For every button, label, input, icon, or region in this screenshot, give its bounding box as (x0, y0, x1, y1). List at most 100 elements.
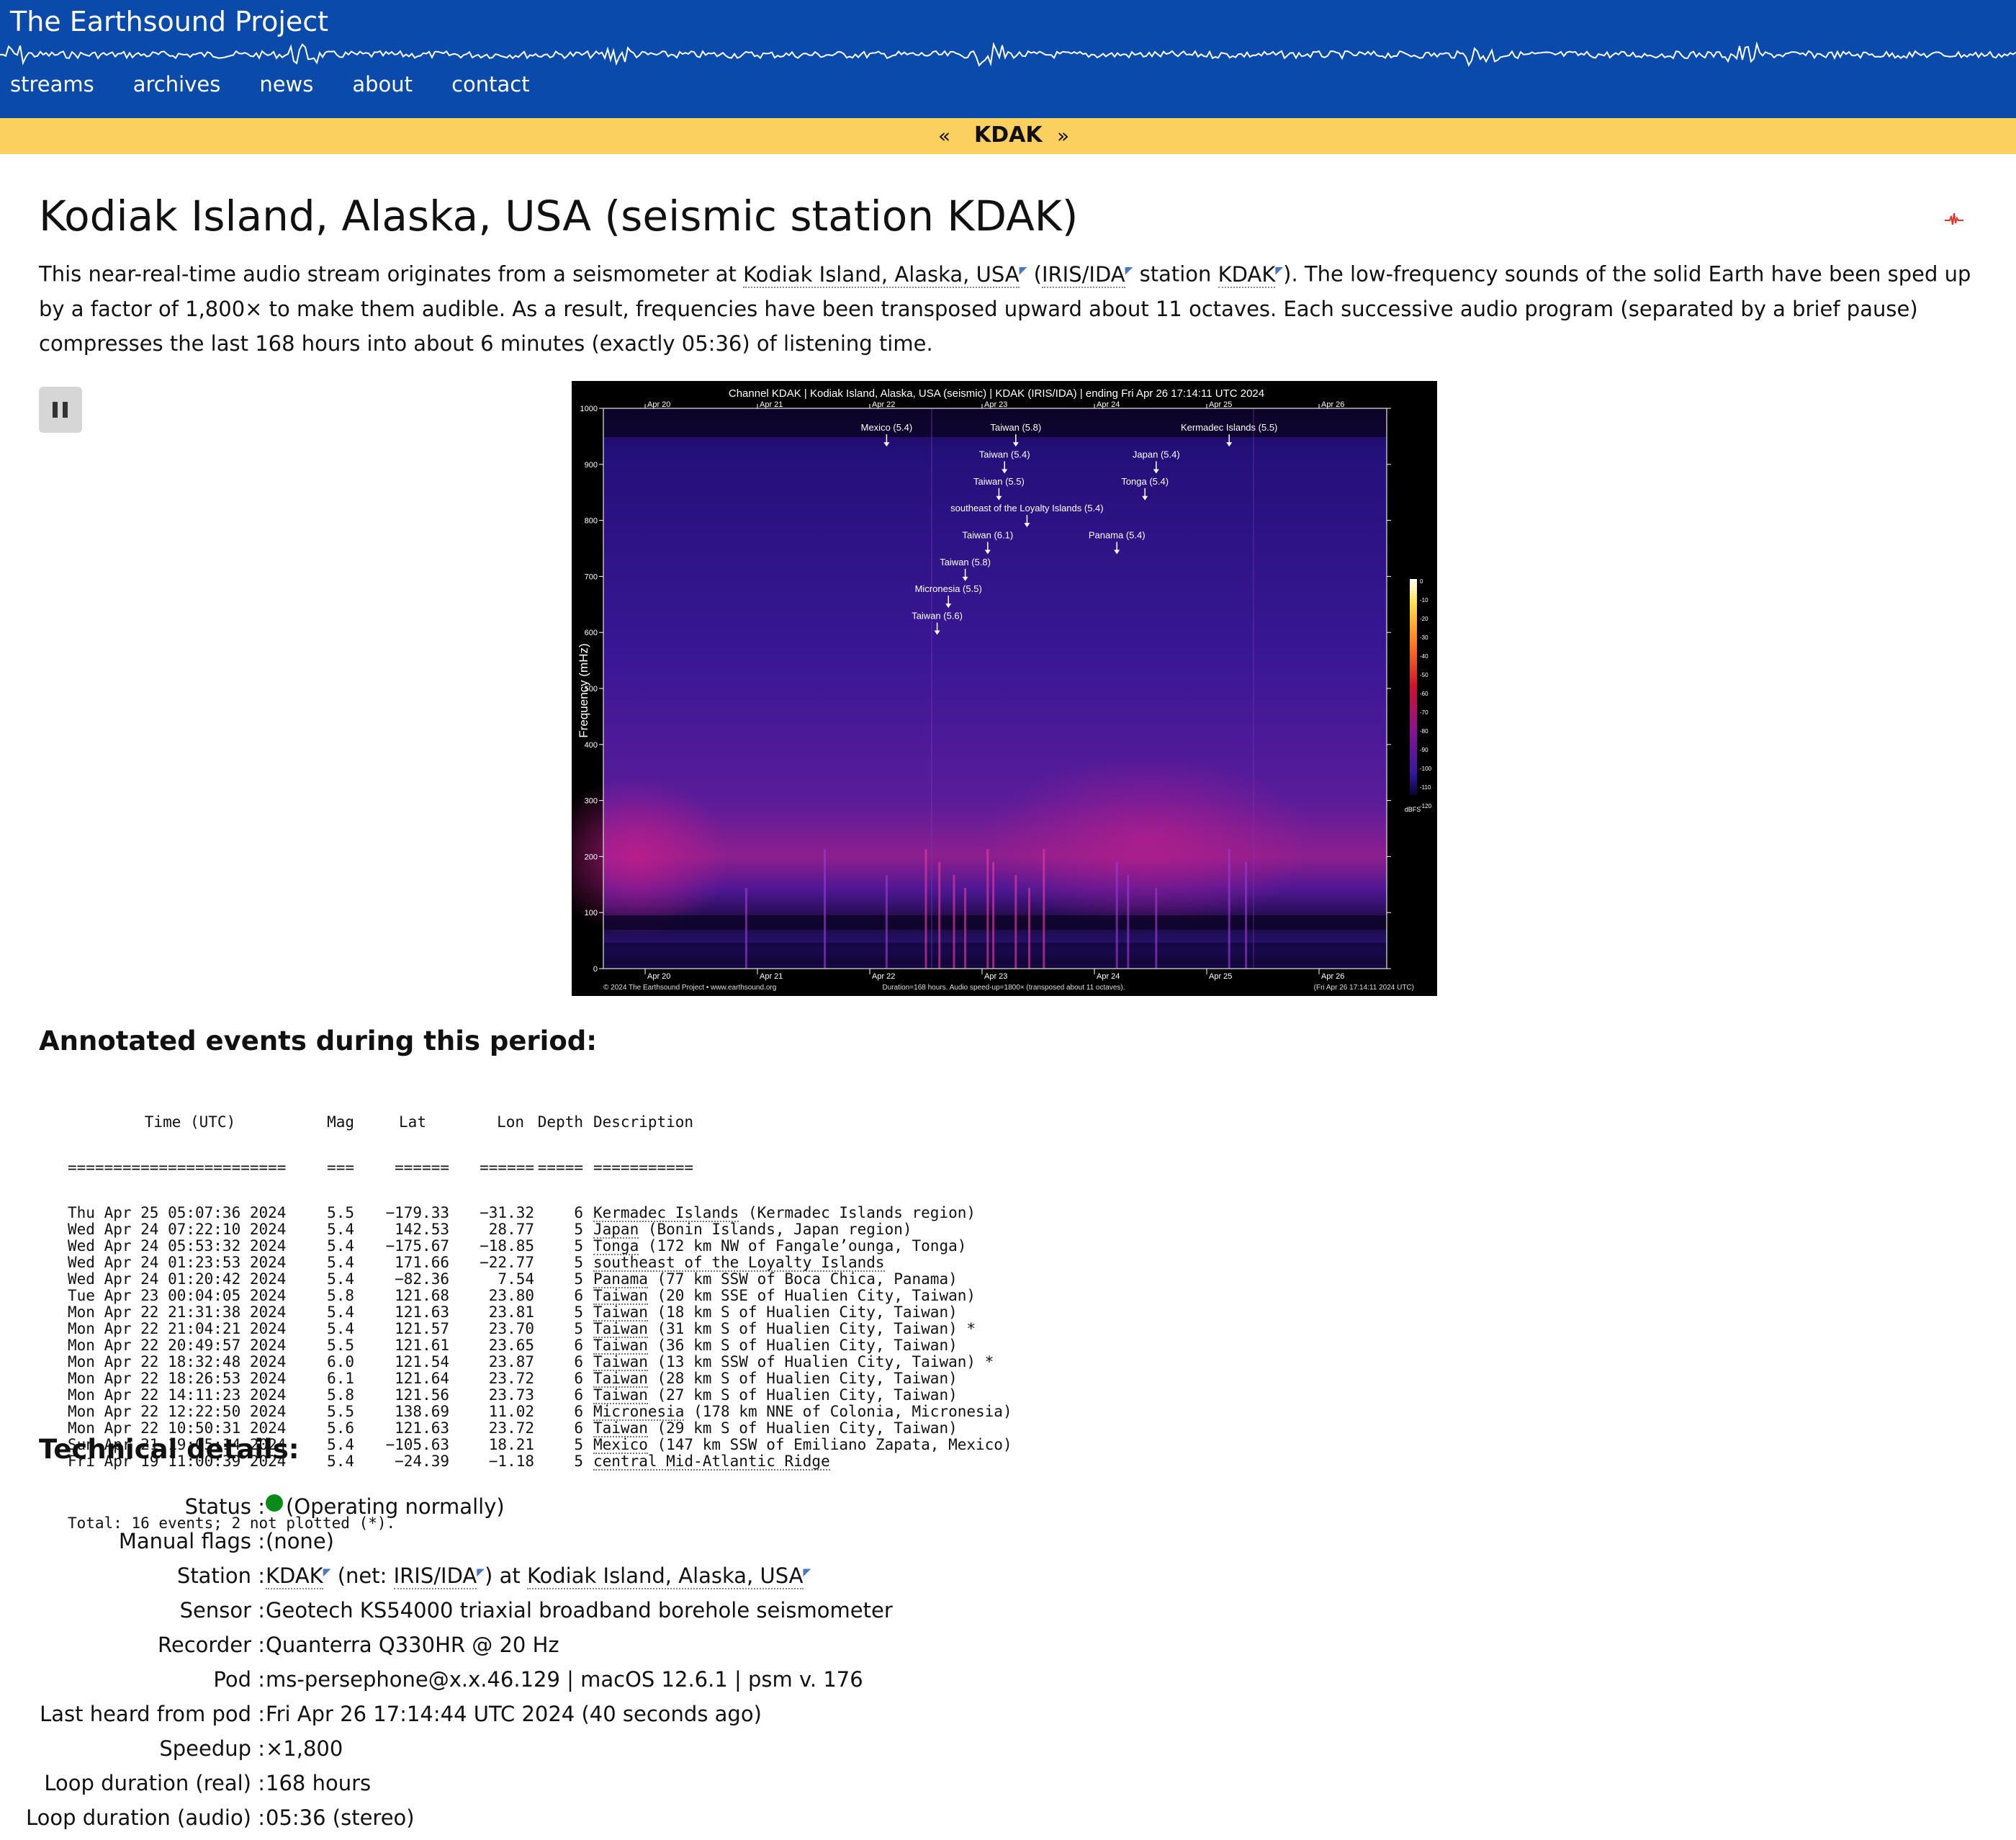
external-link-icon: ◤ (477, 1566, 485, 1579)
event-mag: 5.4 (327, 1254, 354, 1271)
event-region-link[interactable]: Taiwan (593, 1288, 648, 1305)
event-lon: 23.73 (488, 1386, 534, 1404)
event-time: Mon Apr 22 20:49:57 2024 (68, 1337, 287, 1354)
event-streak (1127, 875, 1130, 969)
nav-about[interactable]: about (352, 72, 413, 101)
y-tick-label: 800 (585, 517, 598, 526)
event-lat: −82.36 (395, 1270, 449, 1288)
event-row: Wed Apr 24 05:53:32 2024 5.4 −175.67 −18.85… (68, 1239, 1012, 1255)
site-title[interactable]: The Earthsound Project (10, 6, 328, 37)
event-time: Wed Apr 24 01:20:42 2024 (68, 1270, 287, 1288)
event-mag: 5.4 (327, 1221, 354, 1238)
event-lon: −1.18 (488, 1453, 534, 1470)
event-detail: (18 km S of Hualien City, Taiwan) (647, 1303, 958, 1321)
event-region-link[interactable]: southeast of the Loyalty Islands (593, 1255, 885, 1272)
event-annotation-label: southeast of the Loyalty Islands (5.4) (950, 503, 1103, 513)
event-lon: −22.77 (480, 1254, 534, 1271)
event-region-link[interactable]: Japan (593, 1222, 639, 1239)
event-annotation-label: Micronesia (5.5) (915, 583, 982, 594)
colorbar-tick-label: -70 (1420, 709, 1428, 716)
event-time: Wed Apr 24 07:22:10 2024 (68, 1221, 287, 1238)
x-tick-label: Apr 21 (760, 400, 783, 409)
y-tick-label: 100 (585, 909, 598, 917)
event-depth: 5 (574, 1436, 583, 1453)
event-streak (986, 849, 989, 969)
nav-news[interactable]: news (259, 72, 313, 101)
event-region-link[interactable]: Mexico (593, 1437, 648, 1454)
tech-value: 05:36 (stereo) (266, 1805, 415, 1830)
event-region-link[interactable]: Panama (593, 1272, 648, 1288)
event-region-link[interactable]: Kermadec Islands (593, 1206, 739, 1222)
tech-label: Station : (176, 1563, 265, 1588)
event-annotation-label: Mexico (5.4) (861, 422, 913, 433)
event-lat: 121.63 (395, 1419, 449, 1437)
event-region-link[interactable]: Micronesia (593, 1404, 685, 1421)
colorbar-tick-label: -120 (1420, 803, 1432, 809)
x-tick-label: Apr 22 (872, 400, 895, 409)
event-lon: 23.81 (488, 1303, 534, 1321)
tech-row-station: Station : KDAK◤ (net: IRIS/IDA◤) at Kodia… (176, 1563, 811, 1589)
location-link[interactable]: Kodiak Island, Alaska, USA (526, 1563, 804, 1589)
event-streak (938, 862, 941, 969)
event-row: Mon Apr 22 21:31:38 2024 5.4 121.63 23.81 5 T… (68, 1305, 1012, 1321)
event-detail: (77 km SSW of Boca Chica, Panama) (647, 1270, 958, 1288)
spectrogram-title: Channel KDAK | Kodiak Island, Alaska, US… (729, 387, 1264, 400)
tech-label: Speedup : (159, 1736, 265, 1761)
event-region-link[interactable]: Taiwan (593, 1355, 648, 1371)
network-link[interactable]: IRIS/IDA (393, 1563, 477, 1589)
event-streak (1028, 888, 1031, 969)
y-tick-label: 1000 (580, 405, 598, 413)
event-region-link[interactable]: Tonga (593, 1239, 639, 1255)
tech-row-recorder: Recorder : Quanterra Q330HR @ 20 Hz (0, 1633, 1008, 1667)
event-streak (1155, 888, 1158, 969)
nav-streams[interactable]: streams (10, 72, 94, 101)
y-tick-label: 300 (585, 797, 598, 806)
colorbar-tick-label: 0 (1420, 578, 1423, 585)
event-depth: 6 (574, 1370, 583, 1387)
event-row: Tue Apr 23 00:04:05 2024 5.8 121.68 23.80 6 T… (68, 1288, 1012, 1305)
network-link[interactable]: IRIS/IDA (1041, 261, 1125, 288)
event-streak (1115, 862, 1118, 969)
event-detail: (Bonin Islands, Japan region) (639, 1221, 912, 1238)
nav-contact[interactable]: contact (451, 72, 530, 101)
tech-label: Sensor : (179, 1598, 265, 1623)
tech-row-loop-audio: Loop duration (audio) :05:36 (stereo) (0, 1805, 1008, 1840)
pause-button[interactable] (39, 387, 82, 433)
tech-value: Fri Apr 26 17:14:44 UTC 2024 (40 seconds… (266, 1702, 762, 1726)
event-region-link[interactable]: Taiwan (593, 1321, 648, 1338)
prev-station-link[interactable]: « (938, 124, 950, 148)
seismogram-icon[interactable] (1944, 209, 1964, 229)
event-annotation-label: Taiwan (5.4) (979, 449, 1030, 459)
x-tick-label: Apr 25 (1209, 400, 1232, 409)
event-region-link[interactable]: Taiwan (593, 1421, 648, 1437)
nav-archives[interactable]: archives (133, 72, 221, 101)
colorbar-tick-label: -60 (1420, 691, 1428, 697)
tech-label: Last heard from pod : (40, 1702, 265, 1726)
event-mag: 5.4 (327, 1436, 354, 1453)
event-lat: 138.69 (395, 1403, 449, 1420)
event-region-link[interactable]: Taiwan (593, 1338, 648, 1355)
event-region-link[interactable]: Taiwan (593, 1371, 648, 1388)
colorbar-tick-label: -110 (1420, 784, 1431, 791)
event-region-link[interactable]: central Mid-Atlantic Ridge (593, 1454, 830, 1471)
event-time: Tue Apr 23 00:04:05 2024 (68, 1287, 287, 1304)
event-row: Mon Apr 22 21:04:21 2024 5.4 121.57 23.70 5 T… (68, 1321, 1012, 1338)
event-lon: 7.54 (498, 1270, 534, 1288)
tech-value: (Operating normally) (286, 1494, 505, 1519)
station-link[interactable]: KDAK (266, 1563, 323, 1589)
event-row: Mon Apr 22 20:49:57 2024 5.5 121.61 23.65 6 T… (68, 1338, 1012, 1355)
event-lat: 121.64 (395, 1370, 449, 1387)
event-mag: 5.8 (327, 1386, 354, 1404)
station-link[interactable]: KDAK (1218, 261, 1276, 288)
event-region-link[interactable]: Taiwan (593, 1305, 648, 1321)
x-tick-label: Apr 21 (760, 972, 783, 981)
colorbar-tick-label: -10 (1420, 597, 1428, 603)
next-station-link[interactable]: » (1057, 124, 1069, 148)
event-annotation-label: Taiwan (5.5) (973, 476, 1025, 487)
status-indicator-icon (266, 1494, 283, 1512)
x-tick-label: Apr 20 (647, 400, 670, 409)
location-link[interactable]: Kodiak Island, Alaska, USA (743, 261, 1020, 288)
y-tick-label: 900 (585, 461, 598, 470)
events-table: Time (UTC) Mag Lat Lon Depth Description ====… (68, 1085, 1012, 1546)
event-region-link[interactable]: Taiwan (593, 1388, 648, 1404)
